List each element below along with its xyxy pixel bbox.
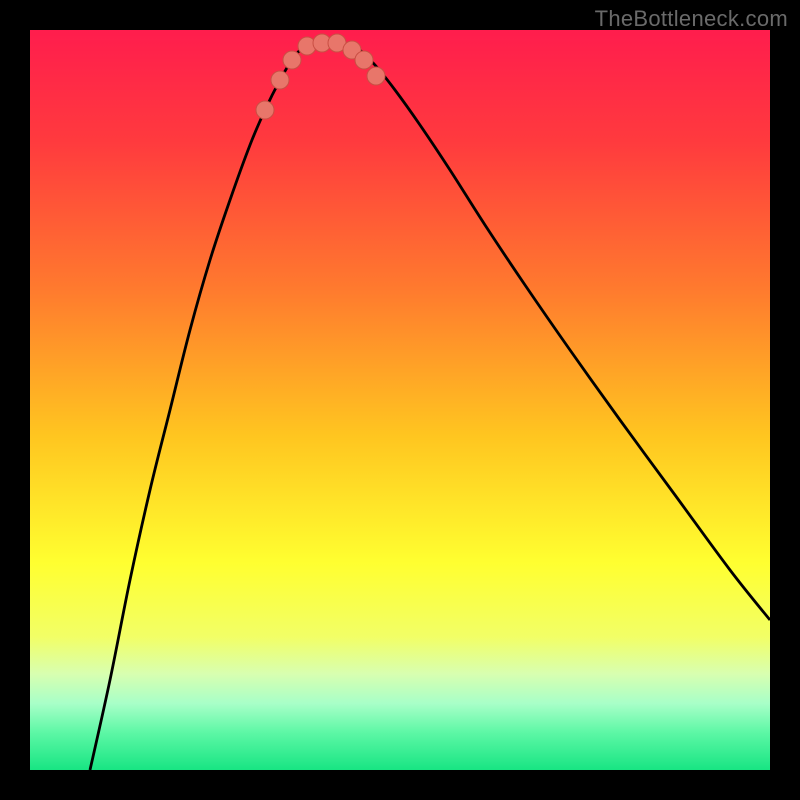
marker-point [256, 101, 274, 119]
bottleneck-chart [30, 30, 770, 770]
marker-point [283, 51, 301, 69]
marker-point [271, 71, 289, 89]
marker-point [367, 67, 385, 85]
watermark-text: TheBottleneck.com [595, 6, 788, 32]
gradient-background [30, 30, 770, 770]
marker-point [355, 51, 373, 69]
